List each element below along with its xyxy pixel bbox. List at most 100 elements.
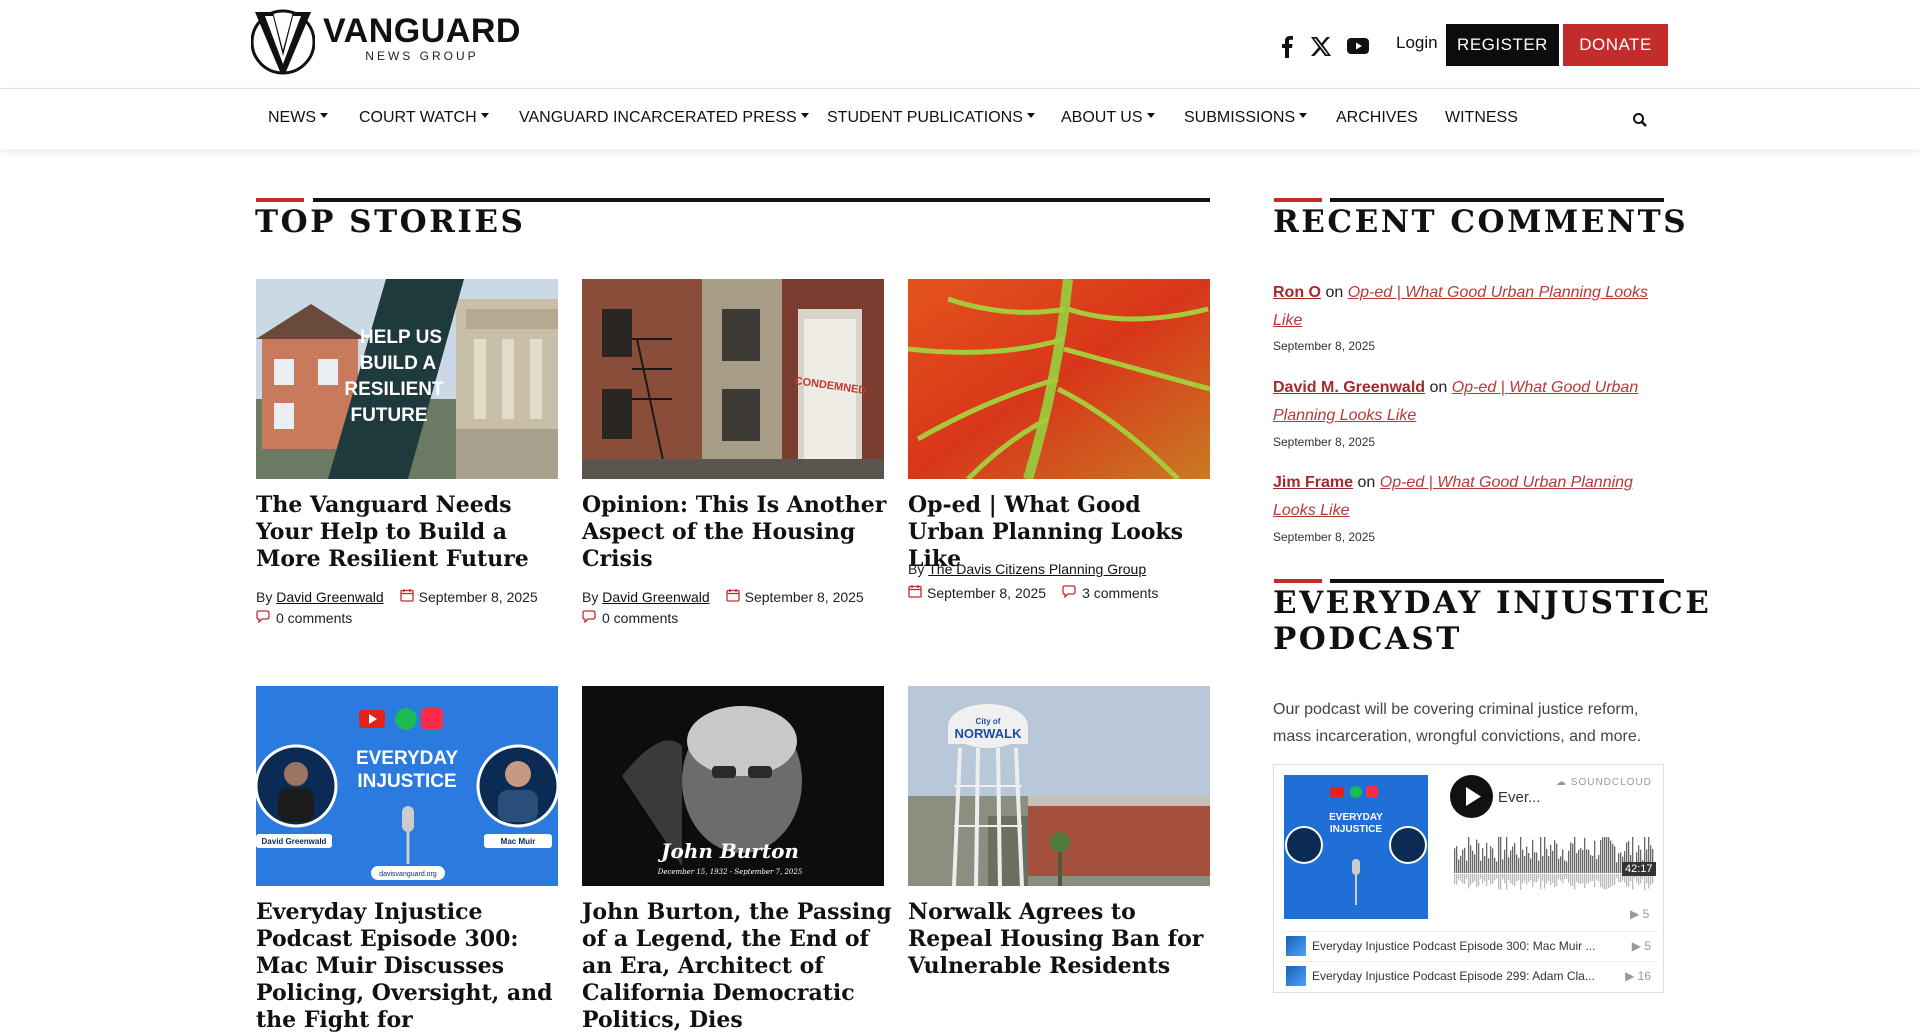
caret-down-icon [1026,113,1035,119]
nav-label: STUDENT PUBLICATIONS [827,109,1023,126]
waveform-bar-reflection [1562,874,1564,884]
waveform-bar [1540,837,1542,873]
waveform-bar-reflection [1586,874,1588,884]
svg-text:INJUSTICE: INJUSTICE [1330,824,1383,835]
waveform-bar-reflection [1580,874,1582,884]
waveform-bar-reflection [1584,874,1586,889]
register-button[interactable]: REGISTER [1446,24,1559,66]
story-image-vanguard-help[interactable]: HELP US BUILD A RESILIENT FUTURE [256,279,558,479]
waveform-bar-reflection [1594,874,1596,887]
waveform-bar [1534,852,1536,873]
svg-text:FUTURE: FUTURE [350,405,427,426]
story-meta: By David Greenwald September 8, 2025 [256,588,538,605]
nav-item-about-us[interactable]: ABOUT US [1061,109,1155,127]
author-link[interactable]: The Davis Citizens Planning Group [928,561,1146,577]
comment-author-link[interactable]: Jim Frame [1273,474,1353,491]
play-button[interactable] [1450,775,1493,818]
x-icon[interactable] [1311,37,1331,61]
svg-text:NORWALK: NORWALK [955,726,1023,741]
playlist-track-title: Everyday Injustice Podcast Episode 299: … [1312,968,1595,983]
waveform-bar [1552,850,1554,873]
playlist-track[interactable]: Everyday Injustice Podcast Episode 299: … [1282,961,1657,989]
waveform-bar [1470,845,1472,873]
story-date: September 8, 2025 [418,588,538,605]
playlist-count-value: 5 [1644,938,1651,953]
waveform-bar [1472,850,1474,873]
waveform-bar-reflection [1490,874,1492,885]
waveform-bar [1460,855,1462,873]
track-title[interactable]: Ever... [1498,789,1541,806]
waveform-bar-reflection [1522,874,1524,884]
svg-text:EVERYDAY: EVERYDAY [1329,812,1383,823]
waveform-bar [1526,846,1528,873]
comment-author-link[interactable]: David M. Greenwald [1273,379,1425,396]
story-title[interactable]: The Vanguard Needs Your Help to Build a … [256,492,566,573]
waveform-bar-reflection [1460,874,1462,881]
youtube-icon[interactable] [1347,38,1369,59]
soundcloud-icon: ☁ [1556,777,1567,788]
waveform-bar [1608,837,1610,873]
playlist-track[interactable]: Everyday Injustice Podcast Episode 300: … [1282,931,1657,959]
comment-author-link[interactable]: Ron O [1273,284,1321,301]
donate-button[interactable]: DONATE [1563,24,1668,66]
waveform-bar-reflection [1550,874,1552,886]
waveform-bar [1562,849,1564,873]
nav-item-incarcerated-press[interactable]: VANGUARD INCARCERATED PRESS [519,109,809,127]
waveform-bar [1532,839,1534,873]
story-image-housing-crisis[interactable]: CONDEMNED [582,279,884,479]
story-title[interactable]: Norwalk Agrees to Repeal Housing Ban for… [908,899,1218,980]
waveform-bar [1574,837,1576,873]
byline-prefix: By [582,588,599,605]
waveform-bar [1566,861,1568,873]
podcast-artwork[interactable]: EVERYDAY INJUSTICE [1284,775,1428,919]
byline-prefix: By [908,561,925,577]
nav-item-archives[interactable]: ARCHIVES [1336,109,1418,127]
comment-icon [1062,584,1077,601]
author-link[interactable]: David Greenwald [602,589,709,605]
waveform-bar-reflection [1540,874,1542,890]
comment-on-text: on [1325,284,1344,301]
waveform-bar-reflection [1524,874,1526,881]
waveform-bar [1578,849,1580,873]
playlist-track-title: Everyday Injustice Podcast Episode 300: … [1312,938,1596,953]
podcast-description: Our podcast will be covering criminal ju… [1273,701,1642,745]
waveform-bar [1478,843,1480,873]
facebook-icon[interactable] [1281,36,1293,63]
waveform-bar [1542,855,1544,873]
waveform-bar [1488,858,1490,873]
comment-on-text: on [1357,474,1376,491]
story-comments[interactable]: 0 comments [256,610,352,626]
waveform-bar-reflection [1616,874,1618,879]
nav-item-student-publications[interactable]: STUDENT PUBLICATIONS [827,109,1035,127]
comment-count[interactable]: 3 comments [1082,585,1158,601]
login-link[interactable]: Login [1396,33,1438,53]
nav-item-news[interactable]: NEWS [268,109,328,127]
search-icon[interactable] [1632,112,1648,133]
story-date: September 8, 2025 [927,584,1047,601]
story-image-urban-planning[interactable] [908,279,1210,479]
waveform-bar-reflection [1596,874,1598,880]
story-title[interactable]: Everyday Injustice Podcast Episode 300: … [256,899,566,1034]
svg-text:EVERYDAY: EVERYDAY [356,748,458,769]
nav-label: VANGUARD INCARCERATED PRESS [519,109,797,126]
site-logo[interactable]: VANGUARD NEWS GROUP [251,6,521,76]
author-link[interactable]: David Greenwald [276,589,383,605]
waveform-bar-reflection [1544,874,1546,889]
waveform-bar [1590,855,1592,873]
story-image-norwalk[interactable]: City of NORWALK [908,686,1210,886]
nav-item-witness[interactable]: WITNESS [1445,109,1518,127]
waveform-bar-reflection [1504,874,1506,884]
waveform-bar-reflection [1478,874,1480,886]
waveform-bar [1570,842,1572,873]
story-image-podcast-300[interactable]: EVERYDAY INJUSTICE David Greenwald Mac M… [256,686,558,886]
story-comments[interactable]: 0 comments [582,610,678,626]
nav-label: COURT WATCH [359,109,477,126]
waveform-bar-reflection [1568,874,1570,883]
waveform-bar-reflection [1474,874,1476,882]
nav-item-court-watch[interactable]: COURT WATCH [359,109,489,127]
story-title[interactable]: Opinion: This Is Another Aspect of the H… [582,492,892,573]
nav-item-submissions[interactable]: SUBMISSIONS [1184,109,1308,127]
story-title[interactable]: John Burton, the Passing of a Legend, th… [582,899,892,1034]
track-thumbnail [1286,935,1306,956]
story-image-john-burton[interactable]: John Burton December 15, 1932 - Septembe… [582,686,884,886]
